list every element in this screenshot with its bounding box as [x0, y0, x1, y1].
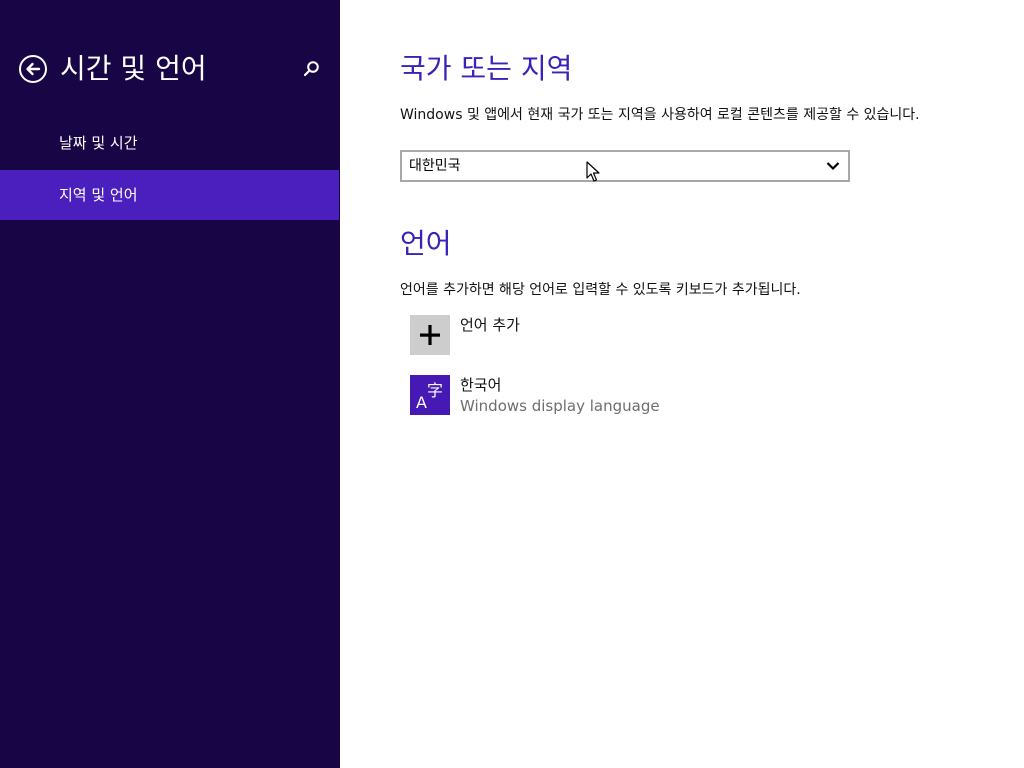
language-description: 언어를 추가하면 해당 언어로 입력할 수 있도록 키보드가 추가됩니다. — [400, 282, 801, 298]
sidebar-item-date-time[interactable]: 날짜 및 시간 — [0, 118, 339, 168]
language-item-korean[interactable]: A 字 — [410, 375, 450, 415]
country-value: 대한민국 — [409, 158, 461, 174]
back-button[interactable] — [19, 55, 47, 83]
add-language-button[interactable] — [410, 315, 450, 355]
sidebar-item-region-language[interactable]: 지역 및 언어 — [0, 170, 339, 220]
region-heading: 국가 또는 지역 — [400, 52, 573, 85]
plus-icon — [420, 325, 440, 345]
language-heading: 언어 — [400, 227, 452, 260]
page-title: 시간 및 언어 — [60, 52, 207, 85]
chevron-down-icon — [826, 162, 840, 171]
region-description: Windows 및 앱에서 현재 국가 또는 지역을 사용하여 로컬 콘텐츠를 … — [400, 107, 920, 123]
country-region-dropdown[interactable]: 대한민국 — [400, 150, 850, 182]
add-language-label[interactable]: 언어 추가 — [460, 315, 520, 335]
content-pane: 국가 또는 지역 Windows 및 앱에서 현재 국가 또는 지역을 사용하여… — [340, 0, 1024, 768]
back-arrow-icon — [26, 62, 41, 76]
sidebar-item-label: 날짜 및 시간 — [59, 134, 138, 152]
search-icon — [303, 61, 319, 77]
svg-text:A: A — [416, 393, 427, 412]
language-icon: A 字 — [416, 381, 443, 412]
language-subtitle: Windows display language — [460, 397, 660, 415]
pc-settings-window: 시간 및 언어 날짜 및 시간 지역 및 언어 국가 또는 지역 Windows… — [0, 0, 1024, 768]
sidebar: 시간 및 언어 날짜 및 시간 지역 및 언어 — [0, 0, 340, 768]
language-name[interactable]: 한국어 — [460, 375, 501, 395]
sidebar-item-label: 지역 및 언어 — [59, 186, 138, 204]
search-button[interactable] — [300, 58, 322, 80]
svg-text:字: 字 — [427, 381, 443, 400]
